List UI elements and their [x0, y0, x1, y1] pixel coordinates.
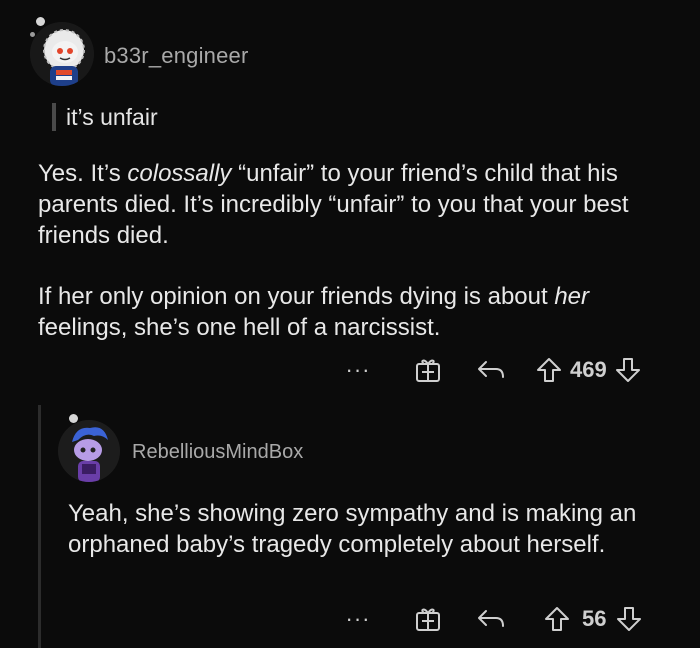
award-gift-icon[interactable] — [414, 356, 442, 384]
comment-paragraph-1: Yes. It’s colossally “unfair” to your fr… — [38, 158, 668, 251]
text-run: If her only opinion on your friends dyin… — [38, 283, 555, 310]
comment-action-bar: ··· 469 — [340, 355, 680, 385]
comment-username[interactable]: b33r_engineer — [104, 43, 249, 69]
upvote-count: 469 — [570, 357, 607, 382]
upvote-arrow-icon[interactable] — [544, 605, 570, 633]
text-run: feelings, she’s one hell of a narcissist… — [38, 314, 441, 341]
reply-arrow-icon[interactable] — [476, 358, 506, 382]
quoted-text: it’s unfair — [52, 103, 158, 131]
downvote-arrow-icon[interactable] — [615, 356, 641, 384]
comment-paragraph-2: If her only opinion on your friends dyin… — [38, 281, 668, 343]
avatar[interactable] — [30, 22, 94, 86]
upvote-count: 56 — [582, 606, 607, 631]
reply-avatar[interactable] — [58, 420, 120, 482]
snoo-avatar-icon — [58, 420, 120, 482]
upvote-arrow-icon[interactable] — [536, 356, 562, 384]
text-run: her — [554, 283, 590, 310]
downvote-arrow-icon[interactable] — [616, 605, 642, 633]
reply-username[interactable]: RebelliousMindBox — [132, 441, 303, 464]
reply-text: Yeah, she’s showing zero sympathy and is… — [68, 500, 637, 558]
thread-line[interactable] — [38, 405, 41, 648]
text-run: colossally — [127, 160, 232, 187]
more-options-icon[interactable]: ··· — [340, 606, 376, 632]
reply-action-bar: ··· 56 — [340, 604, 680, 634]
reply-arrow-icon[interactable] — [476, 607, 506, 631]
online-dot-icon — [36, 17, 45, 26]
text-run: Yes. It’s — [38, 160, 128, 187]
decor-dot-icon — [30, 32, 35, 37]
more-options-icon[interactable]: ··· — [340, 357, 376, 383]
snoo-avatar-icon — [30, 22, 94, 86]
award-gift-icon[interactable] — [414, 605, 442, 633]
online-dot-icon — [69, 414, 78, 423]
